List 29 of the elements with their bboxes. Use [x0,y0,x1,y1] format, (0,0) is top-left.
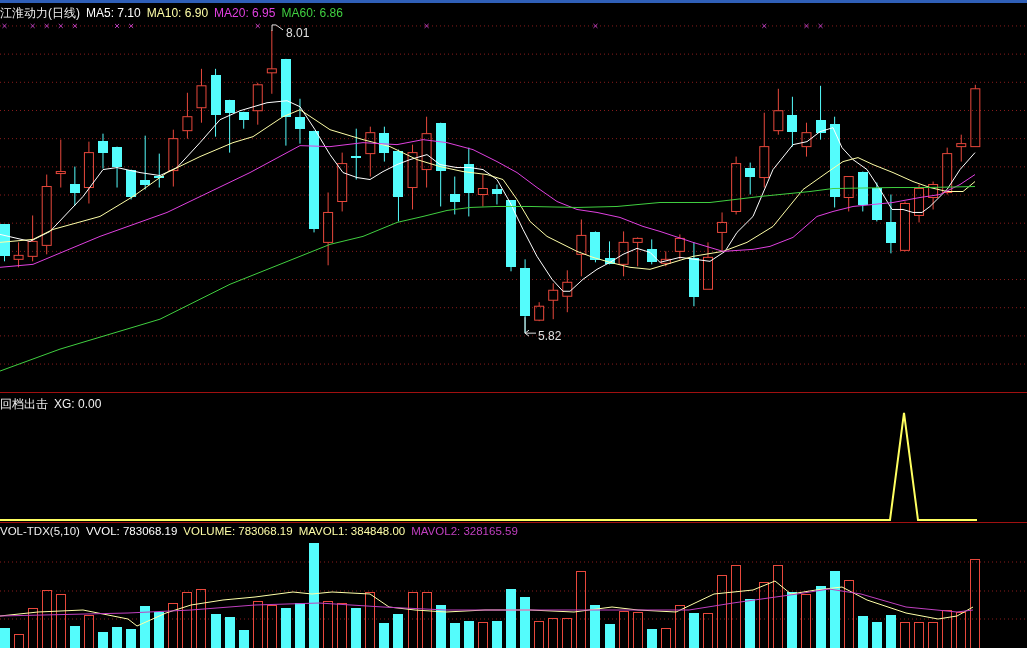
cross-marker-icon [114,23,120,29]
cross-marker-icon [804,23,809,29]
cross-marker-icon [44,23,50,29]
cross-marker-icon [30,23,36,29]
cross-marker-icon [761,23,767,29]
high-price-label: 8.01 [286,25,310,40]
cross-marker-icon [58,23,64,29]
indicator-reading: MA10: 6.90 [146,6,209,20]
cross-marker-icon [72,23,78,29]
indicator-reading: VVOL: 783068.19 [85,524,178,538]
cross-marker-icon [424,23,430,29]
high-price-leader [271,24,284,32]
stock-title: 江淮动力(日线) [0,6,80,20]
indicator-reading: MAVOL2: 328165.59 [411,524,518,538]
cross-marker-icon [255,23,261,29]
indicator-reading: XG: 0.00 [54,397,102,411]
cross-marker-icon [818,23,824,29]
cross-marker-icon [592,23,598,29]
indicator-title: 回档出击 [0,397,48,411]
indicator-reading: MAVOL1: 384848.00 [298,524,406,538]
low-price-label: 5.82 [538,329,562,344]
indicator-reading: MA60: 6.86 [281,6,343,20]
indicator-reading: VOLUME: 783068.19 [183,524,293,538]
cross-marker-icon [2,23,7,29]
low-price-leader [524,316,537,337]
cross-marker-icon [128,23,134,29]
indicator-reading: MA20: 6.95 [214,6,276,20]
indicator-reading: MA5: 7.10 [86,6,141,20]
indicator-title: VOL-TDX(5,10) [0,524,80,538]
